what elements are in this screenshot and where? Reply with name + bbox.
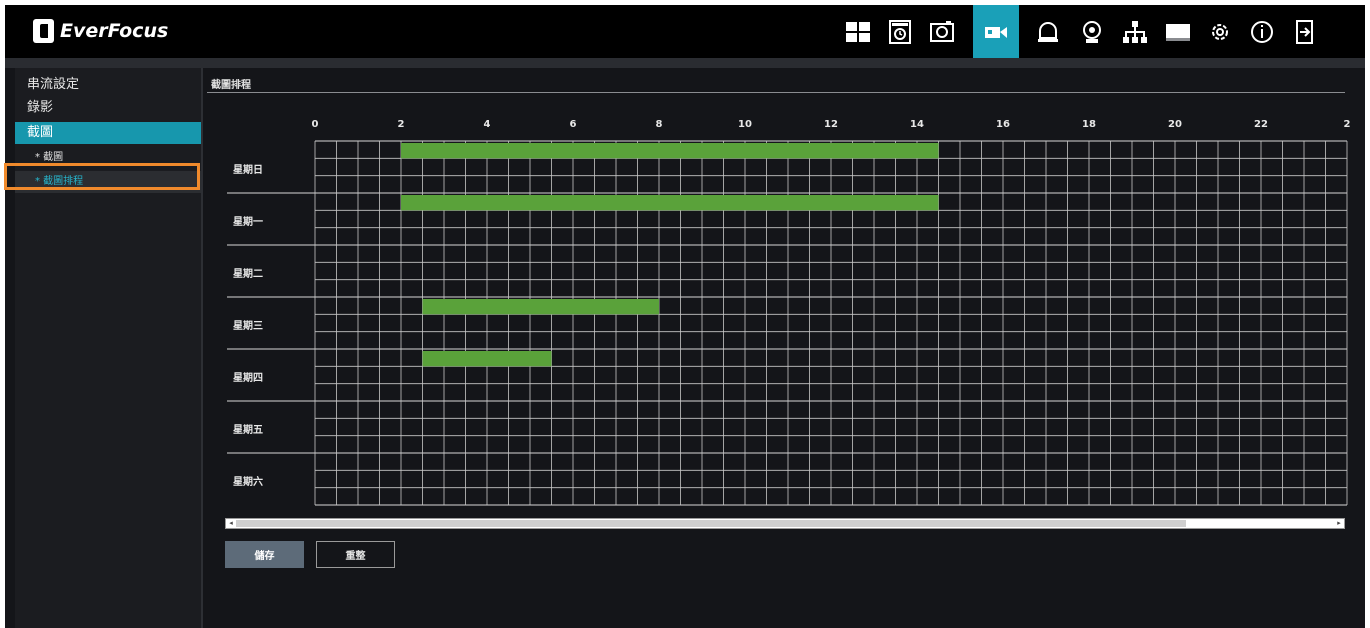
- sidebar-item-stream-settings[interactable]: 串流設定: [15, 74, 201, 96]
- day-label: 星期五: [233, 425, 263, 436]
- hour-label: 14: [910, 119, 924, 130]
- schedule-bar[interactable]: [401, 143, 939, 159]
- sidebar-item-snapshot[interactable]: 截圖: [15, 122, 201, 144]
- playback-icon[interactable]: [877, 5, 923, 58]
- snapshot-icon[interactable]: [919, 5, 965, 58]
- horizontal-scrollbar[interactable]: ◂ ▸: [225, 518, 1345, 529]
- day-label: 星期二: [233, 269, 263, 280]
- annotation-highlight-box: [4, 163, 200, 190]
- brand-name: EverFocus: [60, 20, 169, 42]
- sidebar-item-recording[interactable]: 錄影: [15, 97, 201, 119]
- hour-label: 2: [1343, 119, 1351, 130]
- alarm-bell-icon[interactable]: [1025, 5, 1071, 58]
- hour-label: 20: [1168, 119, 1182, 130]
- header-divider: [5, 58, 1365, 68]
- hour-label: 2: [397, 119, 405, 130]
- logo-mark-icon: [33, 19, 54, 43]
- camera-record-icon[interactable]: [973, 5, 1019, 58]
- settings-gear-icon[interactable]: [1197, 5, 1243, 58]
- scroll-right-arrow-icon[interactable]: ▸: [1335, 519, 1343, 528]
- schedule-bar[interactable]: [422, 351, 552, 367]
- schedule-bar[interactable]: [401, 195, 939, 211]
- everfocus-logo: EverFocus: [33, 14, 168, 48]
- motion-detection-icon[interactable]: [1069, 5, 1115, 58]
- reset-button[interactable]: 重整: [316, 541, 395, 568]
- scroll-thumb[interactable]: [236, 520, 1186, 527]
- live-view-layout-icon[interactable]: [835, 5, 881, 58]
- hour-label: 0: [311, 119, 319, 130]
- hour-label: 4: [483, 119, 491, 130]
- day-label: 星期日: [233, 165, 263, 176]
- day-label: 星期六: [233, 477, 263, 488]
- hour-label: 6: [569, 119, 577, 130]
- hour-label: 12: [824, 119, 838, 130]
- sidebar: 串流設定 錄影 截圖 * 截圖 * 截圖排程: [15, 68, 203, 628]
- hour-label: 10: [738, 119, 752, 130]
- hour-label: 18: [1082, 119, 1096, 130]
- day-label: 星期一: [233, 217, 263, 228]
- top-toolbar: EverFocus: [5, 5, 1365, 58]
- logout-icon[interactable]: [1281, 5, 1327, 58]
- app-window: EverFocus 串流設定 錄影 截圖 * 截圖 * 截圖排程 截圖排程 0 …: [5, 5, 1365, 628]
- hour-label: 8: [655, 119, 663, 130]
- schedule-bar[interactable]: [422, 299, 660, 315]
- hour-label: 16: [996, 119, 1010, 130]
- day-label: 星期四: [233, 373, 263, 384]
- day-label: 星期三: [233, 321, 263, 332]
- scroll-left-arrow-icon[interactable]: ◂: [227, 519, 235, 528]
- hour-label: 22: [1254, 119, 1268, 130]
- main-panel: 截圖排程 0 2 4 6 8 10 12 14 16 18 20 22 2 星期日 星期一 星期二 星期三 星期四…: [203, 68, 1365, 628]
- save-button[interactable]: 儲存: [225, 541, 304, 568]
- storage-disk-icon[interactable]: [1155, 5, 1201, 58]
- network-icon[interactable]: [1112, 5, 1158, 58]
- info-icon[interactable]: [1239, 5, 1285, 58]
